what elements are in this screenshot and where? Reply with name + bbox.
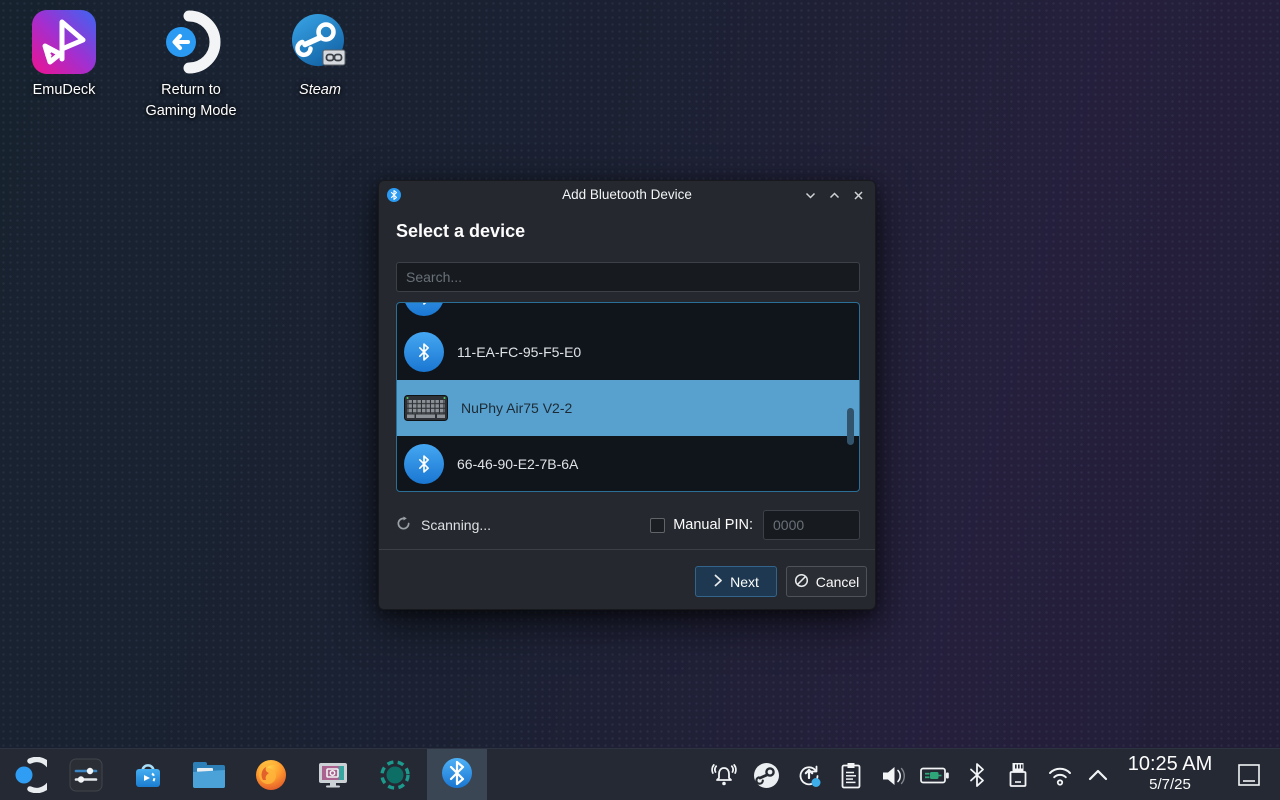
screenshot-monitor-icon xyxy=(316,758,350,797)
application-launcher-icon xyxy=(11,757,47,798)
device-row-partial[interactable] xyxy=(397,303,859,324)
expand-tray-button[interactable] xyxy=(1087,766,1109,789)
device-row[interactable]: 11-EA-FC-95-F5-E0 xyxy=(397,324,859,380)
chevron-right-icon xyxy=(713,574,723,590)
desktop-icon-label-line1: Return to xyxy=(145,80,236,101)
digital-clock[interactable]: 10:25 AM 5/7/25 xyxy=(1118,752,1222,798)
desktop-icon-label: Steam xyxy=(299,80,341,101)
scanning-status: Scanning... xyxy=(421,517,491,533)
desktop-icon-label-line2: Gaming Mode xyxy=(145,101,236,122)
volume-tray-button[interactable] xyxy=(879,762,907,795)
refresh-spinner-icon xyxy=(396,516,411,534)
desktop-icon-return-to-gaming-mode[interactable]: Return to Gaming Mode xyxy=(127,8,255,122)
desktop-icon-emudeck[interactable]: EmuDeck xyxy=(0,8,128,101)
usb-stick-icon xyxy=(1007,761,1029,794)
dialog-title: Add Bluetooth Device xyxy=(379,181,875,209)
teal-ring-app-button[interactable] xyxy=(378,758,412,797)
desktop: EmuDeck Return to Gaming Mode xyxy=(0,0,1280,800)
discover-bag-icon xyxy=(131,758,165,797)
desktop-icon-label: EmuDeck xyxy=(33,80,96,101)
show-desktop-icon xyxy=(1236,762,1262,793)
wifi-tray-button[interactable] xyxy=(1046,762,1074,793)
update-arrow-icon xyxy=(795,762,823,795)
application-launcher-button[interactable] xyxy=(11,757,47,798)
clock-date: 5/7/25 xyxy=(1118,776,1222,794)
bluetooth-device-icon xyxy=(404,444,444,484)
next-button-label: Next xyxy=(730,574,759,590)
firefox-icon xyxy=(254,758,288,797)
return-to-gaming-mode-icon xyxy=(159,8,223,76)
removable-device-tray-button[interactable] xyxy=(1007,761,1029,794)
cancel-icon xyxy=(794,573,809,591)
cancel-button[interactable]: Cancel xyxy=(786,566,867,597)
bluetooth-task-button[interactable] xyxy=(427,749,487,800)
bluetooth-tray-button[interactable] xyxy=(965,761,989,794)
symlink-emblem xyxy=(323,50,345,65)
bluetooth-tray-icon xyxy=(965,761,989,794)
show-desktop-button[interactable] xyxy=(1236,762,1262,793)
device-row[interactable]: 66-46-90-E2-7B-6A xyxy=(397,436,859,492)
notifications-tray-button[interactable] xyxy=(710,762,738,795)
wifi-icon xyxy=(1046,762,1074,793)
clock-time: 10:25 AM xyxy=(1118,752,1222,776)
device-row-selected[interactable]: NuPhy Air75 V2-2 xyxy=(397,380,859,436)
pin-input[interactable] xyxy=(763,510,860,540)
steam-tray-icon xyxy=(753,762,780,794)
search-input[interactable] xyxy=(396,262,860,292)
divider xyxy=(379,549,875,550)
battery-charging-icon xyxy=(920,767,950,789)
desktop-icon-steam[interactable]: Steam xyxy=(256,8,384,101)
device-name: 11-EA-FC-95-F5-E0 xyxy=(457,344,581,360)
bluetooth-device-icon xyxy=(404,332,444,372)
settings-sliders-icon xyxy=(69,758,103,797)
bell-icon xyxy=(710,762,738,795)
add-bluetooth-device-dialog: Add Bluetooth Device Select a device xyxy=(378,180,876,610)
firefox-button[interactable] xyxy=(254,758,288,797)
battery-tray-button[interactable] xyxy=(920,767,950,789)
close-icon[interactable] xyxy=(852,189,865,202)
steam-icon xyxy=(290,8,350,76)
updates-tray-button[interactable] xyxy=(795,762,823,795)
list-scrollbar-thumb[interactable] xyxy=(847,408,854,445)
manual-pin-checkbox[interactable] xyxy=(650,518,665,533)
clipboard-tray-button[interactable] xyxy=(839,761,863,795)
device-name: 66-46-90-E2-7B-6A xyxy=(457,456,578,472)
dialog-titlebar[interactable]: Add Bluetooth Device xyxy=(379,181,875,209)
clipboard-icon xyxy=(839,761,863,795)
bluetooth-device-icon xyxy=(404,303,444,316)
taskbar: 10:25 AM 5/7/25 xyxy=(0,748,1280,800)
minimize-icon[interactable] xyxy=(804,189,817,202)
discover-button[interactable] xyxy=(131,758,165,797)
screenshot-tool-button[interactable] xyxy=(316,758,350,797)
cancel-button-label: Cancel xyxy=(816,574,860,590)
system-settings-button[interactable] xyxy=(69,758,103,797)
chevron-up-icon xyxy=(1087,766,1109,789)
folder-icon xyxy=(191,760,227,795)
dialog-heading: Select a device xyxy=(396,221,525,242)
volume-icon xyxy=(879,762,907,795)
keyboard-icon xyxy=(404,395,448,421)
file-manager-button[interactable] xyxy=(191,760,227,795)
next-button[interactable]: Next xyxy=(695,566,777,597)
maximize-icon[interactable] xyxy=(828,189,841,202)
device-list: 11-EA-FC-95-F5-E0 NuPhy Air75 V2-2 xyxy=(396,302,860,492)
teal-ring-icon xyxy=(378,758,412,797)
steam-tray-button[interactable] xyxy=(753,762,780,794)
device-name: NuPhy Air75 V2-2 xyxy=(461,400,572,416)
bluetooth-task-icon xyxy=(440,756,474,795)
emudeck-icon xyxy=(31,8,97,76)
manual-pin-label: Manual PIN: xyxy=(673,517,753,533)
